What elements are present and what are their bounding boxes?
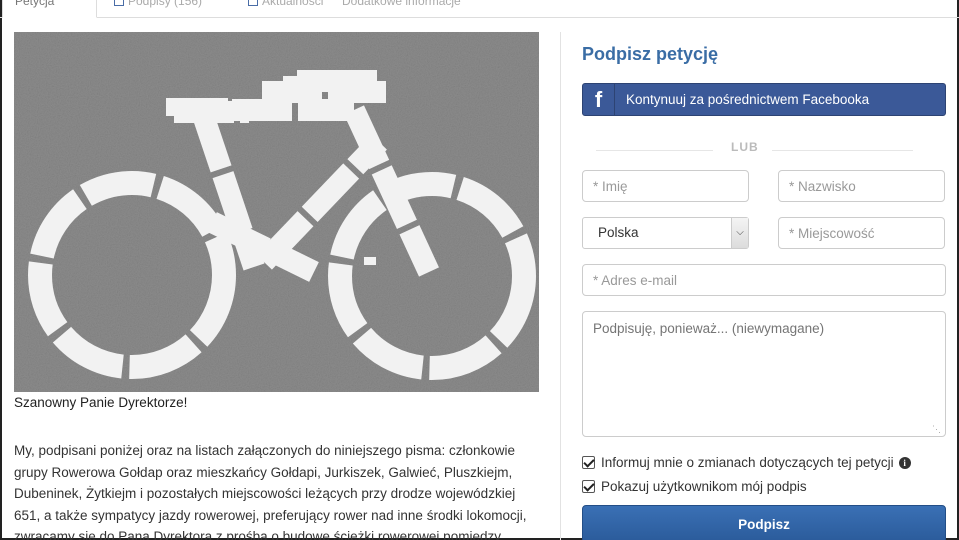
letter-salutation: Szanowny Panie Dyrektorze! — [14, 395, 188, 410]
facebook-login-button[interactable]: f Kontynuuj za pośrednictwem Facebooka — [582, 83, 946, 116]
or-separator: LUB — [731, 140, 759, 154]
notify-label: Informuj mnie o zmianach dotyczących tej… — [601, 455, 894, 470]
tab-signatures[interactable]: Podpisy (156) — [102, 0, 222, 18]
tab-petition[interactable]: Petycja — [2, 0, 97, 18]
chevron-down-icon[interactable]: ⌵ — [731, 218, 748, 248]
country-value: Polska — [598, 225, 639, 240]
country-select[interactable]: Polska ⌵ — [582, 217, 749, 249]
tab-details[interactable]: Dodatkowe informacje — [330, 0, 515, 18]
info-icon[interactable]: i — [898, 456, 911, 469]
notify-checkbox-row[interactable]: Informuj mnie o zmianach dotyczących tej… — [582, 455, 911, 470]
bicycle-lane-marking-image — [14, 32, 539, 392]
notify-checkbox[interactable] — [582, 456, 595, 469]
show-signature-label: Pokazuj użytkownikom mój podpis — [601, 479, 807, 494]
comment-textarea[interactable] — [582, 311, 946, 437]
resize-grip-icon[interactable]: ⋱ — [932, 424, 941, 435]
or-divider-right — [772, 150, 913, 151]
email-input[interactable] — [582, 264, 946, 296]
last-name-input[interactable] — [778, 170, 945, 202]
petition-photo — [14, 32, 539, 392]
tab-label: Dodatkowe informacje — [342, 0, 461, 8]
show-signature-checkbox-row[interactable]: Pokazuj użytkownikom mój podpis — [582, 479, 807, 494]
city-input[interactable] — [778, 217, 945, 249]
show-signature-checkbox[interactable] — [582, 480, 595, 493]
tab-bar: Petycja Podpisy (156) Aktualności Dodatk… — [0, 0, 959, 18]
or-divider-left — [596, 150, 713, 151]
facebook-button-label: Kontynuuj za pośrednictwem Facebooka — [626, 92, 870, 107]
news-icon — [248, 0, 258, 6]
facebook-icon: f — [583, 84, 615, 115]
tab-label: Petycja — [15, 0, 55, 8]
tab-label: Podpisy (156) — [128, 0, 203, 8]
petition-letter-text: My, podpisani poniżej oraz na listach za… — [14, 443, 527, 540]
column-divider — [560, 32, 561, 540]
tab-news[interactable]: Aktualności — [236, 0, 326, 18]
first-name-input[interactable] — [582, 170, 749, 202]
tab-label: Aktualności — [262, 0, 324, 8]
signatures-icon — [114, 0, 124, 6]
sign-submit-button[interactable]: Podpisz — [582, 505, 946, 540]
sign-form-title: Podpisz petycję — [582, 44, 719, 64]
